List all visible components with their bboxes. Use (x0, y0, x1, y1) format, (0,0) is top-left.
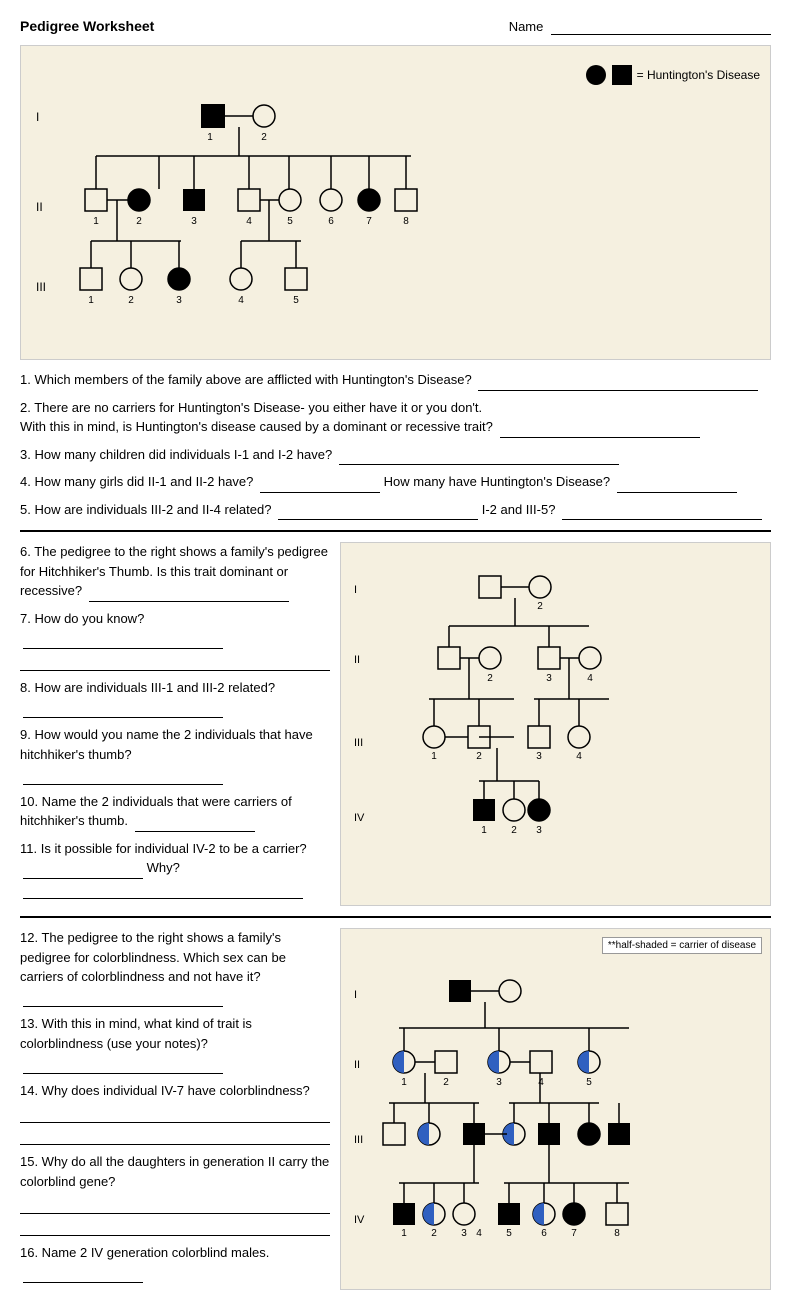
svg-text:III: III (354, 737, 363, 749)
svg-text:1: 1 (88, 295, 94, 306)
svg-text:4: 4 (587, 673, 593, 684)
q15-row: 15. Why do all the daughters in generati… (20, 1152, 330, 1236)
svg-text:4: 4 (476, 1228, 482, 1239)
svg-text:3: 3 (176, 295, 182, 306)
svg-text:2: 2 (476, 751, 482, 762)
svg-text:III: III (354, 1134, 363, 1146)
q16-row: 16. Name 2 IV generation colorblind male… (20, 1243, 330, 1283)
svg-text:6: 6 (328, 216, 334, 227)
svg-text:1: 1 (431, 751, 437, 762)
svg-text:I: I (354, 989, 357, 1001)
q7-row: 7. How do you know? (20, 609, 330, 672)
questions-6-11: 6. The pedigree to the right shows a fam… (20, 542, 330, 906)
svg-text:4: 4 (538, 1077, 544, 1088)
svg-text:1: 1 (401, 1228, 407, 1239)
pedigree-3-diagram: I II III IV (349, 958, 679, 1258)
name-label: Name (509, 19, 771, 35)
q11-row: 11. Is it possible for individual IV-2 t… (20, 839, 330, 900)
svg-text:1: 1 (481, 825, 487, 836)
q2-row: 2. There are no carriers for Huntington'… (20, 398, 771, 438)
pedigree-1: = Huntington's Disease I II III 1 2 1 2 (20, 45, 771, 360)
q10-row: 10. Name the 2 individuals that were car… (20, 792, 330, 832)
svg-text:4: 4 (576, 751, 582, 762)
svg-text:IV: IV (354, 1214, 365, 1226)
q3-row: 3. How many children did individuals I-1… (20, 445, 771, 466)
divider-2 (20, 916, 771, 918)
svg-text:7: 7 (571, 1228, 577, 1239)
svg-text:3: 3 (191, 216, 197, 227)
svg-text:2: 2 (136, 216, 142, 227)
svg-text:5: 5 (293, 295, 299, 306)
svg-text:2: 2 (443, 1077, 449, 1088)
questions-1-5: 1. Which members of the family above are… (20, 370, 771, 520)
divider-1 (20, 530, 771, 532)
svg-text:3: 3 (536, 825, 542, 836)
svg-text:3: 3 (546, 673, 552, 684)
page-header: Pedigree Worksheet Name (20, 18, 771, 35)
svg-text:2: 2 (537, 601, 543, 612)
svg-text:2: 2 (511, 825, 517, 836)
questions-12-16: 12. The pedigree to the right shows a fa… (20, 928, 330, 1290)
svg-text:II: II (354, 1059, 360, 1071)
svg-text:2: 2 (261, 132, 267, 143)
svg-text:I: I (36, 110, 39, 124)
section-3: 12. The pedigree to the right shows a fa… (20, 928, 771, 1290)
legend: = Huntington's Disease (585, 64, 760, 86)
pedigree-3: **half-shaded = carrier of disease I II … (340, 928, 771, 1290)
svg-text:IV: IV (354, 812, 365, 824)
svg-text:1: 1 (207, 132, 213, 143)
pedigree-1-diagram: I II III 1 2 1 2 3 4 (31, 56, 451, 346)
q4-row: 4. How many girls did II-1 and II-2 have… (20, 472, 771, 493)
svg-text:I: I (354, 584, 357, 596)
svg-text:1: 1 (401, 1077, 407, 1088)
svg-text:II: II (36, 200, 43, 214)
svg-text:1: 1 (93, 216, 99, 227)
q6-row: 6. The pedigree to the right shows a fam… (20, 542, 330, 602)
svg-text:5: 5 (506, 1228, 512, 1239)
svg-text:6: 6 (541, 1228, 547, 1239)
svg-text:3: 3 (536, 751, 542, 762)
svg-text:3: 3 (461, 1228, 467, 1239)
svg-text:2: 2 (128, 295, 134, 306)
page-title: Pedigree Worksheet (20, 18, 154, 34)
svg-text:3: 3 (496, 1077, 502, 1088)
pedigree-2-diagram: I II III IV 2 2 3 (349, 551, 669, 871)
section-2: 6. The pedigree to the right shows a fam… (20, 542, 771, 906)
svg-text:2: 2 (431, 1228, 437, 1239)
svg-text:8: 8 (614, 1228, 620, 1239)
q5-row: 5. How are individuals III-2 and II-4 re… (20, 500, 771, 521)
q14-row: 14. Why does individual IV-7 have colorb… (20, 1081, 330, 1146)
q12-row: 12. The pedigree to the right shows a fa… (20, 928, 330, 1007)
svg-text:2: 2 (487, 673, 493, 684)
svg-text:4: 4 (238, 295, 244, 306)
q1-row: 1. Which members of the family above are… (20, 370, 771, 391)
svg-text:5: 5 (586, 1077, 592, 1088)
svg-text:5: 5 (287, 216, 293, 227)
svg-text:4: 4 (246, 216, 252, 227)
pedigree-2: I II III IV 2 2 3 (340, 542, 771, 906)
q13-row: 13. With this in mind, what kind of trai… (20, 1014, 330, 1074)
q8-row: 8. How are individuals III-1 and III-2 r… (20, 678, 330, 718)
q9-row: 9. How would you name the 2 individuals … (20, 725, 330, 785)
svg-text:III: III (36, 280, 46, 294)
svg-text:7: 7 (366, 216, 372, 227)
svg-text:II: II (354, 654, 360, 666)
svg-text:8: 8 (403, 216, 409, 227)
